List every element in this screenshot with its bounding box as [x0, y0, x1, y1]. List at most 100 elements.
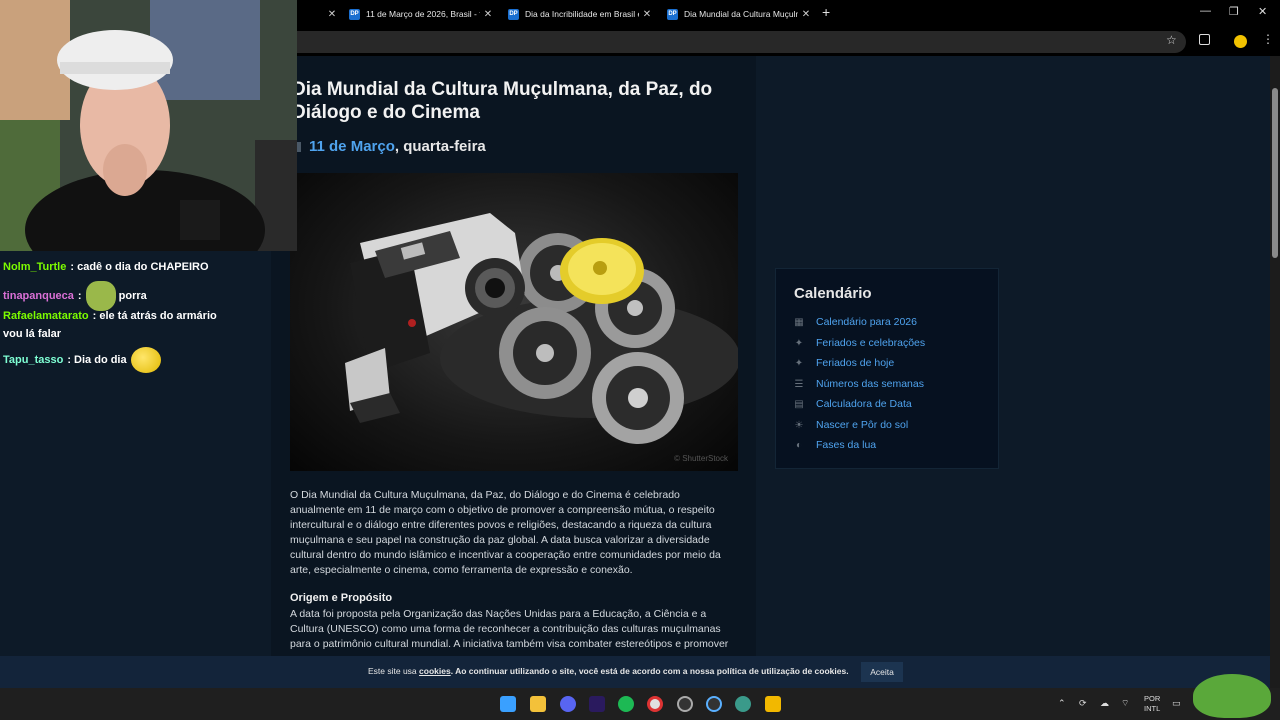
- article-date: 11 de Março, quarta-feira: [309, 138, 486, 155]
- sidebar-item-label[interactable]: Nascer e Pôr do sol: [816, 419, 908, 431]
- browser-tab-1[interactable]: DP 11 de Março de 2026, Brasil - fe ✕: [349, 3, 494, 25]
- text-line: arte, especialmente o cinema, como ferra…: [290, 564, 633, 576]
- sidebar-item-holidays[interactable]: ✦ Feriados e celebrações: [793, 335, 925, 351]
- sidebar-item-label[interactable]: Números das semanas: [816, 378, 924, 390]
- profile-avatar-icon[interactable]: [1234, 35, 1247, 48]
- chat-username[interactable]: Tapu_tasso: [3, 351, 63, 369]
- cookie-suffix: . Ao continuar utilizando o site, você e…: [450, 666, 849, 676]
- bookmark-star-icon[interactable]: ☆: [1166, 33, 1177, 47]
- sidebar-item-label[interactable]: Calculadora de Data: [816, 398, 912, 410]
- site-favicon-icon: DP: [508, 8, 519, 20]
- calculator-icon: ▤: [794, 398, 804, 410]
- list-icon: ☰: [794, 378, 804, 390]
- sun-app-icon[interactable]: [765, 696, 781, 712]
- browser-tab-2[interactable]: DP Dia da Incribilidade em Brasil en ✕: [508, 3, 653, 25]
- card-title: Calendário: [794, 285, 872, 302]
- premiere-icon[interactable]: [589, 696, 605, 712]
- sidebar-item-calendar-2026[interactable]: ▦ Calendário para 2026: [793, 314, 917, 330]
- chat-text: ele tá atrás do armário: [99, 310, 217, 322]
- display-icon[interactable]: ▭: [1172, 698, 1181, 709]
- sidebar-item-label[interactable]: Fases da lua: [816, 439, 876, 451]
- file-explorer-icon[interactable]: [530, 696, 546, 712]
- smiley-emote-icon: [130, 347, 161, 373]
- scrollbar-thumb[interactable]: [1272, 88, 1278, 258]
- text-line: cultural dentro do mundo islâmico e ince…: [290, 549, 721, 561]
- sparkle-icon: ✦: [794, 357, 804, 369]
- tab-close-prev[interactable]: ✕: [324, 3, 338, 25]
- spotify-icon[interactable]: [618, 696, 634, 712]
- sync-icon[interactable]: ⟳: [1079, 698, 1087, 709]
- article-intro: O Dia Mundial da Cultura Muçulmana, da P…: [290, 488, 735, 578]
- language-indicator[interactable]: POR INTL: [1144, 694, 1160, 714]
- chat-username[interactable]: tinapanqueca: [3, 287, 74, 305]
- tab-title: Dia Mundial da Cultura Muçulma: [684, 9, 798, 19]
- site-favicon-icon: DP: [667, 8, 678, 20]
- close-icon[interactable]: ✕: [641, 9, 653, 20]
- chat-username[interactable]: Nolm_Turtle: [3, 258, 66, 276]
- close-icon[interactable]: ✕: [800, 9, 812, 20]
- cloud-icon[interactable]: ☁: [1100, 698, 1109, 709]
- sidebar-item-today-holidays[interactable]: ✦ Feriados de hoje: [793, 355, 894, 371]
- streamer-webcam-image: [0, 0, 297, 251]
- cookie-message: Este site usa cookies. Ao continuar util…: [368, 666, 849, 676]
- ccleaner-icon[interactable]: [706, 696, 722, 712]
- chat-text: cadê o dia do CHAPEIRO: [77, 261, 209, 273]
- sidebar-item-label[interactable]: Feriados e celebrações: [816, 337, 925, 349]
- sidebar-item-label[interactable]: Calendário para 2026: [816, 316, 917, 328]
- sidebar-item-date-calculator[interactable]: ▤ Calculadora de Data: [793, 396, 912, 412]
- article-title: Dia Mundial da Cultura Muçulmana, da Paz…: [292, 79, 713, 123]
- browser-tab-3-active[interactable]: DP Dia Mundial da Cultura Muçulma ✕: [667, 3, 812, 25]
- frog-emote-icon: [1193, 674, 1271, 718]
- page-scrollbar[interactable]: [1270, 56, 1280, 688]
- text-line: para o patrimônio cultural mundial. A in…: [290, 638, 729, 650]
- windows-start-icon[interactable]: [500, 696, 516, 712]
- sidebar-item-moon-phases[interactable]: ◐ Fases da lua: [793, 437, 876, 453]
- tab-title: Dia da Incribilidade em Brasil en: [525, 9, 639, 19]
- accept-cookies-button[interactable]: Aceita: [861, 662, 903, 682]
- text-line: muçulmana e seu papel na construção da p…: [290, 534, 710, 546]
- calendar-card: Calendário ▦ Calendário para 2026 ✦ Feri…: [775, 268, 999, 469]
- text-line: Cultura (UNESCO) como uma forma de recon…: [290, 623, 721, 635]
- keyboard-layout: INTL: [1144, 704, 1161, 713]
- sparkle-icon: ✦: [794, 337, 804, 349]
- obs-icon[interactable]: [677, 696, 693, 712]
- tab-title: 11 de Março de 2026, Brasil - fe: [366, 9, 480, 19]
- window-close-icon[interactable]: ✕: [1258, 5, 1267, 18]
- film-reel-icon: [499, 307, 591, 399]
- extensions-icon[interactable]: [1199, 34, 1210, 45]
- screen: ✕ DP 11 de Março de 2026, Brasil - fe ✕ …: [0, 0, 1280, 720]
- moon-icon: ◐: [795, 439, 803, 451]
- film-reel-icon: [592, 352, 684, 444]
- chat-message: Rafaelamatarato: ele tá atrás do armário: [3, 307, 217, 325]
- chat-message: Nolm_Turtle: cadê o dia do CHAPEIRO: [3, 258, 209, 276]
- chat-text: Dia do dia: [74, 354, 127, 366]
- chrome-icon[interactable]: [647, 696, 663, 712]
- chat-username[interactable]: Rafaelamatarato: [3, 307, 89, 325]
- discord-icon[interactable]: [560, 696, 576, 712]
- new-tab-icon[interactable]: +: [822, 4, 830, 20]
- calendar-icon: ▦: [794, 316, 804, 328]
- restore-icon[interactable]: ❐: [1229, 5, 1239, 18]
- text-line: O Dia Mundial da Cultura Muçulmana, da P…: [290, 489, 680, 501]
- network-icon[interactable]: ⌔: [1121, 698, 1129, 709]
- chat-colon: :: [67, 354, 71, 366]
- chat-colon: :: [92, 310, 97, 322]
- globe-app-icon[interactable]: [735, 696, 751, 712]
- menu-kebab-icon[interactable]: ⋮: [1262, 32, 1274, 46]
- chat-message-continuation: vou lá falar: [3, 325, 61, 343]
- sidebar-item-label[interactable]: Feriados de hoje: [816, 357, 894, 369]
- url-input[interactable]: /: [286, 31, 1186, 53]
- close-icon[interactable]: ✕: [326, 9, 338, 20]
- chat-colon: :: [77, 290, 82, 302]
- minimize-icon[interactable]: —: [1200, 5, 1211, 17]
- tray-chevron-up-icon[interactable]: ⌃: [1058, 698, 1066, 709]
- cookie-policy-link[interactable]: cookies: [419, 666, 451, 676]
- close-icon[interactable]: ✕: [482, 9, 494, 20]
- sidebar-item-week-numbers[interactable]: ☰ Números das semanas: [793, 376, 924, 392]
- lang-code: POR: [1144, 694, 1161, 703]
- text-line: intercultural e o diálogo entre diferent…: [290, 519, 712, 531]
- chat-text: vou lá falar: [3, 328, 62, 340]
- date-link[interactable]: 11 de Março: [309, 138, 395, 155]
- cookie-prefix: Este site usa: [368, 666, 420, 676]
- sidebar-item-sunrise-sunset[interactable]: ☀ Nascer e Pôr do sol: [793, 417, 909, 433]
